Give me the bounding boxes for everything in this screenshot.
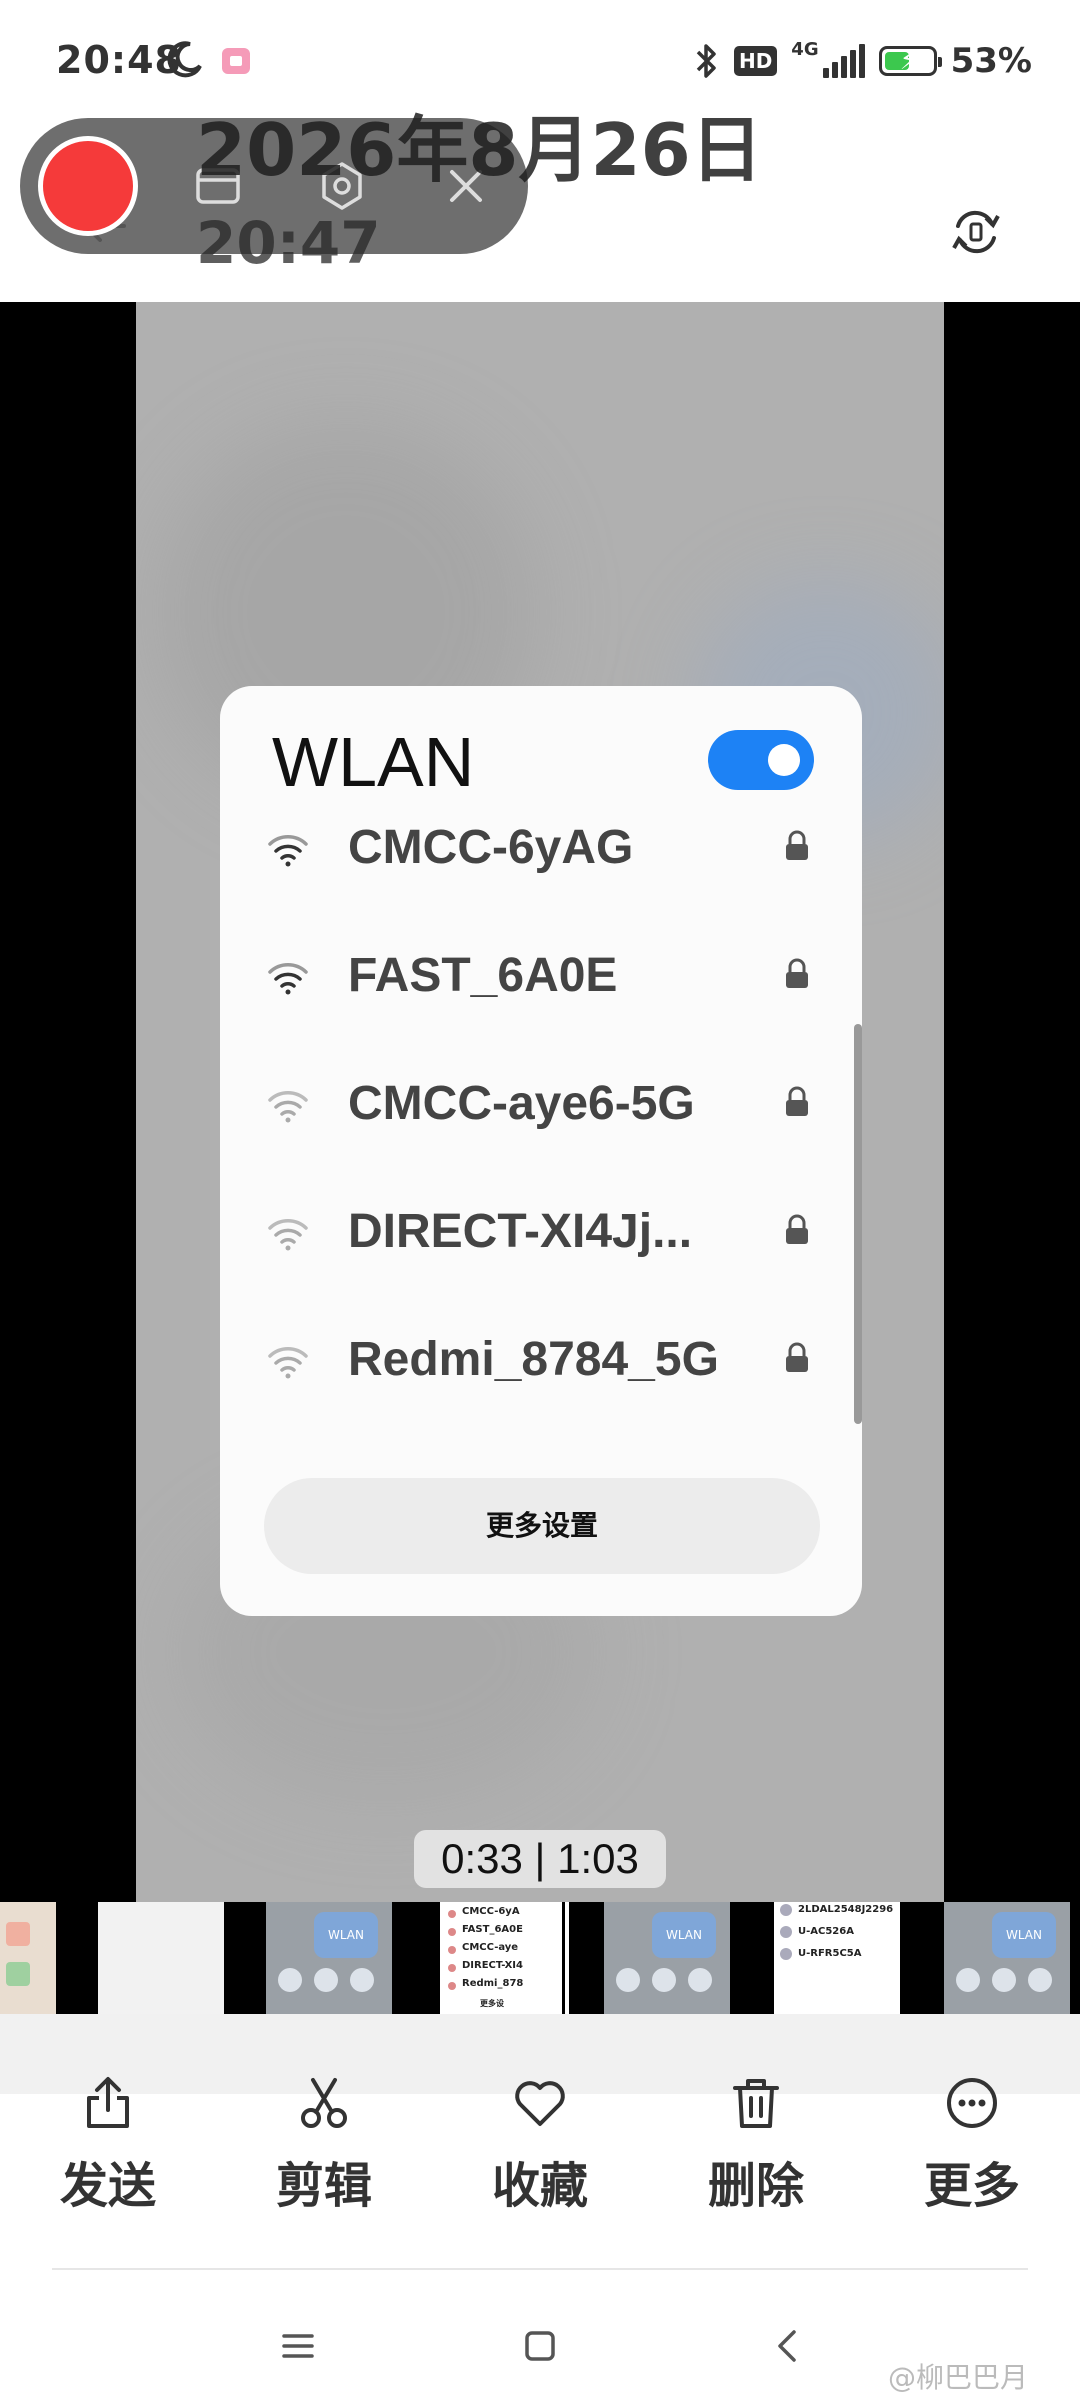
thumbnail-wlan-tile: WLAN — [314, 1912, 378, 1958]
lock-icon — [786, 1214, 808, 1244]
network-name: CMCC-6yAG — [348, 821, 634, 874]
hd-badge: HD — [733, 46, 778, 76]
network-name: DIRECT-XI4Jj... — [348, 1205, 693, 1258]
delete-button[interactable]: 删除 — [666, 2070, 846, 2250]
thumbnail-text: DIRECT-XI4 — [462, 1960, 523, 1971]
rotate-icon[interactable] — [946, 202, 1006, 262]
wlan-toggle[interactable] — [708, 730, 814, 790]
bluetooth-icon — [696, 44, 716, 78]
action-label: 发送 — [59, 2158, 156, 2214]
scissors-icon — [301, 2078, 347, 2128]
recording-time: 20:47 — [196, 209, 381, 277]
lock-icon — [786, 1086, 808, 1116]
network-row[interactable]: Redmi_8784_5G — [220, 1306, 862, 1426]
more-settings-button[interactable]: 更多设置 — [264, 1478, 820, 1574]
share-icon — [87, 2077, 129, 2128]
home-icon[interactable] — [512, 2318, 568, 2374]
status-bar: 20:48 HD 4G ⚡ 53% — [0, 0, 1080, 120]
battery-charging-icon: ⚡ — [878, 46, 942, 76]
lock-icon — [786, 830, 808, 860]
edit-button[interactable]: 剪辑 — [234, 2070, 414, 2250]
status-icons: HD 4G ⚡ 53% — [694, 38, 1032, 84]
more-icon — [947, 2078, 997, 2128]
network-row[interactable]: CMCC-aye6-5G — [220, 1050, 862, 1170]
back-icon[interactable] — [760, 2318, 816, 2374]
video-player[interactable]: WLAN CMCC-6yAG FAST_6A0E CMCC-aye6-5G DIREC… — [0, 302, 1080, 1902]
moon-icon — [167, 41, 202, 78]
thumbnail — [0, 1902, 56, 2014]
thumbnail: 2LDAL2548J2296 U-AC526A U-RFR5C5A — [774, 1902, 900, 2014]
heart-icon — [515, 2081, 565, 2126]
thumbnail-text: Redmi_878 — [462, 1978, 524, 1989]
action-bar: 发送 剪辑 收藏 删除 更多 — [0, 2070, 1080, 2250]
thumbnail-text: U-AC526A — [798, 1926, 854, 1937]
signal-icon — [822, 44, 865, 78]
thumbnail: WLAN — [944, 1902, 1070, 2014]
thumbnail: WLAN — [266, 1902, 392, 2014]
thumbnail: WLAN — [604, 1902, 730, 2014]
thumbnail-text: 2LDAL2548J2296 — [798, 1904, 894, 1915]
thumbnail-text: CMCC-aye — [462, 1942, 519, 1953]
action-label: 删除 — [707, 2158, 804, 2214]
network-name: FAST_6A0E — [348, 949, 618, 1002]
thumbnail — [98, 1902, 224, 2014]
network-name: CMCC-aye6-5G — [348, 1077, 695, 1130]
playback-time: 0:33 | 1:03 — [414, 1830, 666, 1888]
thumbnail-strip[interactable]: WLAN CMCC-6yA FAST_6A0E CMCC-aye DIRECT-… — [0, 1902, 1080, 2014]
more-button[interactable]: 更多 — [882, 2070, 1062, 2250]
video-frame: WLAN CMCC-6yAG FAST_6A0E CMCC-aye6-5G DIREC… — [136, 302, 944, 1902]
record-button[interactable] — [38, 136, 138, 236]
thumbnail-wlan-tile: WLAN — [652, 1912, 716, 1958]
charging-bolt-icon: ⚡ — [899, 46, 918, 76]
action-label: 更多 — [923, 2158, 1020, 2214]
action-label: 收藏 — [491, 2158, 588, 2214]
thumbnail-text: U-RFR5C5A — [798, 1948, 862, 1959]
network-name: Redmi_8784_5G — [348, 1333, 719, 1386]
scrollbar[interactable] — [854, 1024, 862, 1424]
menu-icon[interactable] — [270, 2318, 326, 2374]
thumbnail-wlan-tile: WLAN — [992, 1912, 1056, 1958]
favorite-button[interactable]: 收藏 — [450, 2070, 630, 2250]
recording-date: 2026年8月26日 — [196, 108, 763, 192]
thumbnail: CMCC-6yA FAST_6A0E CMCC-aye DIRECT-XI4 R… — [440, 1902, 562, 2014]
action-label: 剪辑 — [275, 2158, 372, 2214]
network-row[interactable]: CMCC-6yAG — [220, 794, 862, 914]
network-row[interactable]: DIRECT-XI4Jj... — [220, 1178, 862, 1298]
playhead[interactable] — [565, 1902, 569, 2014]
divider — [52, 2268, 1028, 2270]
lock-icon — [786, 958, 808, 988]
wifi-icon — [268, 1219, 308, 1251]
screen-record-icon — [222, 48, 250, 74]
send-button[interactable]: 发送 — [18, 2070, 198, 2250]
wifi-icon — [268, 1091, 308, 1123]
wifi-icon — [268, 835, 308, 867]
wifi-icon — [268, 963, 308, 995]
lock-icon — [786, 1342, 808, 1372]
network-row[interactable]: FAST_6A0E — [220, 922, 862, 1042]
thumbnail-text: FAST_6A0E — [462, 1924, 523, 1935]
network-type: 4G — [791, 38, 819, 60]
thumbnail-text: 更多设 — [480, 1999, 504, 2008]
wlan-card: WLAN CMCC-6yAG FAST_6A0E CMCC-aye6-5G DIREC… — [220, 686, 862, 1616]
battery-percent: 53% — [950, 41, 1032, 81]
trash-icon — [733, 2079, 779, 2128]
wlan-title: WLAN — [272, 723, 475, 801]
thumbnail-text: CMCC-6yA — [462, 1906, 520, 1917]
watermark: @柳巴巴月 — [888, 2361, 1029, 2394]
wifi-icon — [268, 1347, 308, 1379]
